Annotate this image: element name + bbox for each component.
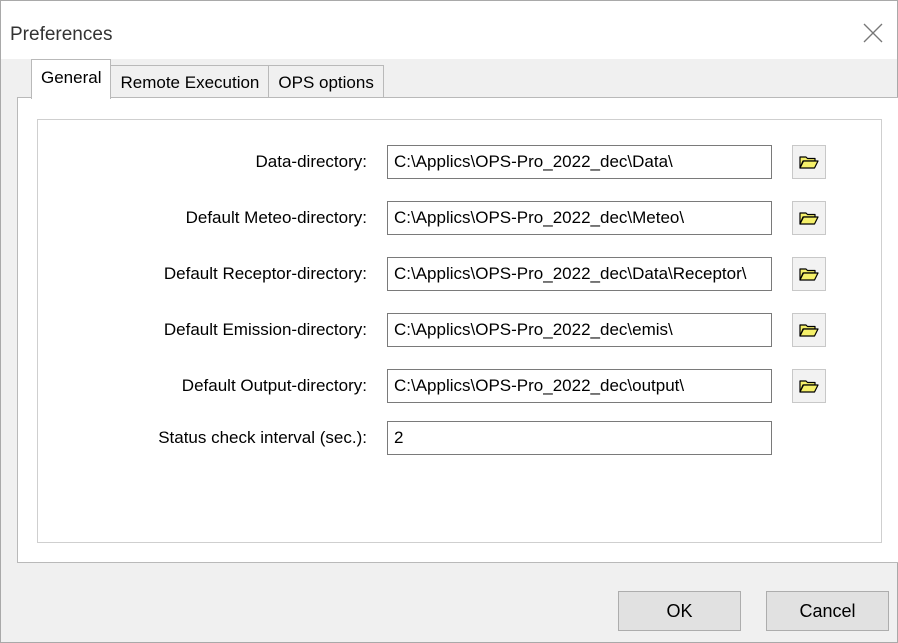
status-interval-label: Status check interval (sec.): [158, 428, 367, 447]
output-directory-row: Default Output-directory: [38, 369, 881, 403]
folder-open-icon [799, 324, 819, 337]
status-interval-row: Status check interval (sec.): [38, 421, 881, 455]
close-icon [863, 23, 883, 43]
folder-open-icon [799, 212, 819, 225]
meteo-directory-browse-button[interactable] [792, 201, 826, 235]
receptor-directory-browse-button[interactable] [792, 257, 826, 291]
dialog-title: Preferences [10, 24, 113, 45]
output-directory-label: Default Output-directory: [181, 376, 367, 395]
preferences-dialog: Preferences General Remote Execution OPS… [0, 0, 898, 643]
tab-ops-options[interactable]: OPS options [268, 65, 384, 99]
tab-remote-execution[interactable]: Remote Execution [110, 65, 270, 99]
data-directory-label: Data-directory: [255, 152, 367, 171]
ok-button[interactable]: OK [618, 591, 741, 631]
output-directory-input[interactable] [387, 369, 772, 403]
folder-open-icon [799, 156, 819, 169]
meteo-directory-row: Default Meteo-directory: [38, 201, 881, 235]
tab-label: Remote Execution [120, 72, 260, 92]
output-directory-browse-button[interactable] [792, 369, 826, 403]
cancel-button[interactable]: Cancel [766, 591, 889, 631]
emission-directory-input[interactable] [387, 313, 772, 347]
tab-label: OPS options [278, 72, 374, 92]
meteo-directory-label: Default Meteo-directory: [185, 208, 367, 227]
tab-general[interactable]: General [31, 59, 112, 99]
tab-label: General [41, 67, 102, 87]
receptor-directory-label: Default Receptor-directory: [163, 264, 367, 283]
general-tab-panel: Data-directory: Default Meteo-directory: [17, 97, 898, 563]
receptor-directory-input[interactable] [387, 257, 772, 291]
folder-open-icon [799, 268, 819, 281]
emission-directory-browse-button[interactable] [792, 313, 826, 347]
settings-group: Data-directory: Default Meteo-directory: [37, 119, 882, 543]
data-directory-browse-button[interactable] [792, 145, 826, 179]
close-button[interactable] [861, 21, 885, 45]
folder-open-icon [799, 380, 819, 393]
meteo-directory-input[interactable] [387, 201, 772, 235]
emission-directory-label: Default Emission-directory: [163, 320, 367, 339]
tab-strip: General Remote Execution OPS options [31, 59, 384, 99]
data-directory-row: Data-directory: [38, 145, 881, 179]
data-directory-input[interactable] [387, 145, 772, 179]
status-interval-input[interactable] [387, 421, 772, 455]
receptor-directory-row: Default Receptor-directory: [38, 257, 881, 291]
title-bar: Preferences [1, 1, 897, 59]
emission-directory-row: Default Emission-directory: [38, 313, 881, 347]
